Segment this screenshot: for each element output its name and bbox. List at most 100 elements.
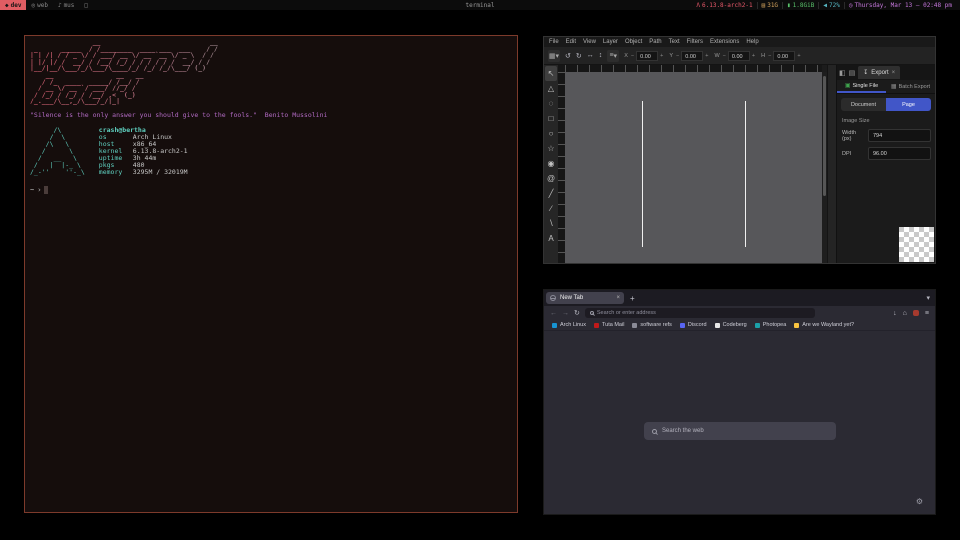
text-tool[interactable]: A xyxy=(545,231,557,246)
calligraphy-tool[interactable]: ∖ xyxy=(545,216,557,231)
export-panel-tab[interactable]: ↧ Export × xyxy=(858,66,900,79)
home-icon[interactable]: ⌂ xyxy=(903,310,907,317)
bookmark-software-refs-folder[interactable]: software refs xyxy=(632,322,671,328)
bookmark-arch-linux[interactable]: Arch Linux xyxy=(552,322,586,328)
menu-text[interactable]: Text xyxy=(669,39,680,45)
y-decrement[interactable]: − xyxy=(675,53,680,59)
w-input[interactable]: 0.00 xyxy=(728,51,750,61)
photopea-favicon xyxy=(755,323,760,328)
node-tool[interactable]: △ xyxy=(545,81,557,96)
drawn-vertical-line-left[interactable] xyxy=(642,101,643,247)
rectangle-tool[interactable]: □ xyxy=(545,111,557,126)
toolbox: ↖ △ ◌ □ ○ ☆ ◉ @ ╱ ∕ ∖ A xyxy=(544,65,558,263)
pen-tool[interactable]: ╱ xyxy=(545,186,557,201)
bookmark-photopea[interactable]: Photopea xyxy=(755,322,787,328)
canvas[interactable] xyxy=(565,72,822,263)
url-bar[interactable]: Search or enter address xyxy=(585,308,815,318)
w-decrement[interactable]: − xyxy=(722,53,727,59)
new-tab-button[interactable]: + xyxy=(630,294,635,303)
menu-help[interactable]: Help xyxy=(746,39,758,45)
fetch-output: /\ / \ /\ \ / \ / __ \ / | |-_ \ /_-'' '… xyxy=(30,127,512,176)
shape-builder-tool[interactable]: ◌ xyxy=(545,96,557,111)
x-decrement[interactable]: − xyxy=(630,53,635,59)
bookmark-discord[interactable]: Discord xyxy=(680,322,707,328)
fill-stroke-icon[interactable]: ◧ xyxy=(839,69,846,77)
menu-icon[interactable]: ≡ xyxy=(925,310,929,317)
memory-status: ▮ 1.8GiB xyxy=(782,2,818,9)
menu-file[interactable]: File xyxy=(549,39,559,45)
web-search-bar[interactable]: Search the web xyxy=(644,422,836,440)
snap-toolbar xyxy=(827,65,836,263)
fetch-info: crash@bertha osArch Linux hostx86_64 ker… xyxy=(99,127,188,176)
ruler-corner xyxy=(558,65,565,72)
export-area-buttons: Document Page xyxy=(841,98,931,111)
horizontal-ruler xyxy=(565,65,822,72)
navigation-bar: ← → ↻ Search or enter address ↓ ⌂ ≡ xyxy=(544,306,935,320)
search-icon xyxy=(652,429,657,434)
list-tabs-chevron-icon[interactable]: ▾ xyxy=(926,294,933,302)
close-panel-icon[interactable]: × xyxy=(892,70,896,76)
volume-text: 72% xyxy=(829,2,840,9)
dpi-input[interactable]: 96.00 xyxy=(868,147,931,160)
bookmark-tuta-mail[interactable]: Tuta Mail xyxy=(594,322,624,328)
document-button[interactable]: Document xyxy=(841,98,886,111)
ellipse-tool[interactable]: ○ xyxy=(545,126,557,141)
rotate-cw-icon[interactable]: ↻ xyxy=(576,52,582,60)
align-dropdown[interactable]: ≡▾ xyxy=(607,50,619,62)
reload-button[interactable]: ↻ xyxy=(574,309,580,317)
x-increment[interactable]: + xyxy=(659,53,664,59)
h-decrement[interactable]: − xyxy=(767,53,772,59)
menu-path[interactable]: Path xyxy=(649,39,661,45)
layers-icon[interactable]: ▤ xyxy=(849,69,856,77)
h-increment[interactable]: + xyxy=(796,53,801,59)
flip-horizontal-icon[interactable]: ↔ xyxy=(587,52,594,59)
menu-filters[interactable]: Filters xyxy=(687,39,703,45)
menu-object[interactable]: Object xyxy=(625,39,642,45)
pencil-tool[interactable]: ∕ xyxy=(545,201,557,216)
codeberg-favicon xyxy=(715,323,720,328)
x-input[interactable]: 0.00 xyxy=(636,51,658,61)
page-button[interactable]: Page xyxy=(886,98,931,111)
box3d-tool[interactable]: ◉ xyxy=(545,156,557,171)
menu-layer[interactable]: Layer xyxy=(603,39,618,45)
menu-view[interactable]: View xyxy=(583,39,596,45)
terminal-window[interactable]: __ __ _ _____ / /________ ____ ___ ___ /… xyxy=(24,35,518,513)
downloads-icon[interactable]: ↓ xyxy=(893,310,897,317)
h-input[interactable]: 0.00 xyxy=(773,51,795,61)
arch-ascii-logo: /\ / \ /\ \ / \ / __ \ / | |-_ \ /_-'' '… xyxy=(30,127,85,176)
vertical-ruler xyxy=(558,72,565,263)
drawn-vertical-line-right[interactable] xyxy=(745,101,746,247)
shell-prompt[interactable]: ~ › xyxy=(30,186,512,194)
volume-status: ◀ 72% xyxy=(818,2,843,9)
new-tab-page: Search the web ⚙ xyxy=(544,331,935,514)
back-button[interactable]: ← xyxy=(550,310,557,317)
kernel-status: Λ 6.13.8-arch2-1 xyxy=(692,2,756,9)
bookmark-are-we-wayland-yet[interactable]: Are we Wayland yet? xyxy=(794,322,854,328)
batch-export-tab[interactable]: ▦ Batch Export xyxy=(886,80,935,93)
menu-extensions[interactable]: Extensions xyxy=(710,39,739,45)
menu-edit[interactable]: Edit xyxy=(566,39,576,45)
scrollbar-thumb[interactable] xyxy=(823,76,826,196)
active-tab[interactable]: New Tab × xyxy=(546,292,624,304)
export-dialog: ◧ ▤ ↧ Export × ▣ Single File ▦ Batch Exp… xyxy=(836,65,935,263)
selection-mode-dropdown[interactable]: ▦▾ xyxy=(548,50,560,62)
x-field: X − 0.00 + xyxy=(624,51,664,61)
spiral-tool[interactable]: @ xyxy=(545,171,557,186)
extension-icon[interactable] xyxy=(913,310,919,316)
y-increment[interactable]: + xyxy=(704,53,709,59)
y-input[interactable]: 0.00 xyxy=(681,51,703,61)
width-input[interactable]: 794 xyxy=(868,129,931,142)
rotate-ccw-icon[interactable]: ↺ xyxy=(565,52,571,60)
personalize-gear-icon[interactable]: ⚙ xyxy=(916,497,923,506)
single-file-tab[interactable]: ▣ Single File xyxy=(837,80,886,93)
arch-icon: Λ xyxy=(696,2,700,9)
disk-icon: ▤ xyxy=(762,2,766,9)
selector-tool[interactable]: ↖ xyxy=(545,66,557,81)
forward-button[interactable]: → xyxy=(562,310,569,317)
w-increment[interactable]: + xyxy=(751,53,756,59)
star-tool[interactable]: ☆ xyxy=(545,141,557,156)
close-tab-icon[interactable]: × xyxy=(616,295,620,301)
flip-vertical-icon[interactable]: ↕ xyxy=(599,52,603,59)
bookmark-codeberg[interactable]: Codeberg xyxy=(715,322,747,328)
disk-status: ▤ 31G xyxy=(757,2,782,9)
